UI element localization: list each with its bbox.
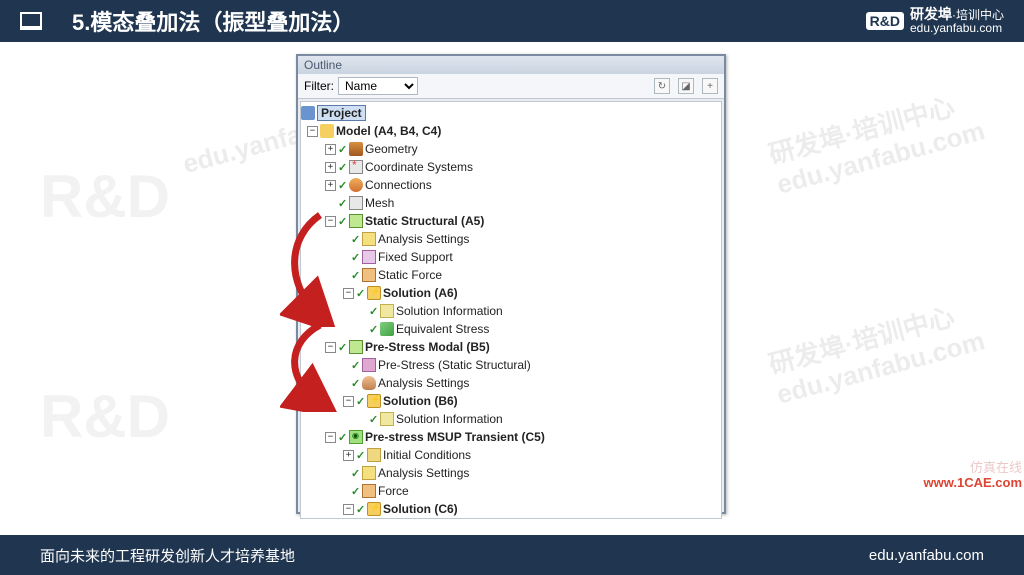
slide-header: 5.模态叠加法（振型叠加法） R&D 研发埠·培训中心 edu.yanfabu.… <box>0 0 1024 42</box>
footer-url: edu.yanfabu.com <box>869 547 984 564</box>
node-prestress-static[interactable]: ✓Pre-Stress (Static Structural) <box>301 356 721 374</box>
outline-tree[interactable]: Project −Model (A4, B4, C4) +✓Geometry +… <box>300 101 722 519</box>
node-sol-a6[interactable]: −✓Solution (A6) <box>301 284 721 302</box>
node-static[interactable]: −✓Static Structural (A5) <box>301 212 721 230</box>
node-sol-b6[interactable]: −✓Solution (B6) <box>301 392 721 410</box>
outline-window: Outline Filter: Name ↻ ◪ + Project −Mode… <box>296 54 726 514</box>
node-prestress-modal[interactable]: −✓Pre-Stress Modal (B5) <box>301 338 721 356</box>
slide-footer: 面向未来的工程研发创新人才培养基地 edu.yanfabu.com <box>0 535 1024 575</box>
collapse-icon: − <box>307 126 318 137</box>
prestress-icon <box>362 358 376 372</box>
node-connections[interactable]: +✓Connections <box>301 176 721 194</box>
watermark-logo-1: R&D <box>40 162 170 231</box>
node-sol-c6[interactable]: −✓Solution (C6) <box>301 500 721 518</box>
model-icon <box>320 124 334 138</box>
info-icon-b <box>380 412 394 426</box>
brand-logo: R&D 研发埠·培训中心 edu.yanfabu.com <box>866 7 1004 36</box>
watermark-logo-2: R&D <box>40 382 170 451</box>
info-icon <box>380 304 394 318</box>
solution-icon <box>367 286 381 300</box>
node-solinfo-a[interactable]: ✓Solution Information <box>301 302 721 320</box>
expand-icon[interactable]: + <box>702 78 718 94</box>
node-analysis-b[interactable]: ✓Analysis Settings <box>301 374 721 392</box>
geometry-icon <box>349 142 363 156</box>
brand-text: 研发埠·培训中心 edu.yanfabu.com <box>910 7 1004 36</box>
node-force-c[interactable]: ✓Force <box>301 482 721 500</box>
node-mesh[interactable]: ✓Mesh <box>301 194 721 212</box>
node-geometry[interactable]: +✓Geometry <box>301 140 721 158</box>
tag-icon[interactable]: ◪ <box>678 78 694 94</box>
stress-icon <box>380 322 394 336</box>
outline-titlebar: Outline <box>298 56 724 74</box>
rd-badge: R&D <box>866 12 904 30</box>
filter-select[interactable]: Name <box>338 77 418 95</box>
monitor-icon <box>20 12 42 30</box>
node-eqstress-a[interactable]: ✓Equivalent Stress <box>301 320 721 338</box>
force-icon-c <box>362 484 376 498</box>
coord-icon <box>349 160 363 174</box>
solution-icon-b <box>367 394 381 408</box>
force-icon <box>362 268 376 282</box>
watermark-3: 研发埠·培训中心edu.yanfabu.com <box>766 295 989 411</box>
node-init[interactable]: +✓Initial Conditions <box>301 446 721 464</box>
mesh-icon <box>349 196 363 210</box>
node-solinfo-b[interactable]: ✓Solution Information <box>301 410 721 428</box>
node-coord[interactable]: +✓Coordinate Systems <box>301 158 721 176</box>
static-icon <box>349 214 363 228</box>
node-msup[interactable]: −✓Pre-stress MSUP Transient (C5) <box>301 428 721 446</box>
settings-icon-b <box>362 376 376 390</box>
filter-root-icon <box>301 106 315 120</box>
settings-icon-c <box>362 466 376 480</box>
initial-icon <box>367 448 381 462</box>
footer-text: 面向未来的工程研发创新人才培养基地 <box>40 545 295 566</box>
corner-badge: 仿真在线 www.1CAE.com <box>924 460 1022 491</box>
connections-icon <box>349 178 363 192</box>
settings-icon <box>362 232 376 246</box>
node-analysis-c[interactable]: ✓Analysis Settings <box>301 464 721 482</box>
node-model[interactable]: −Model (A4, B4, C4) <box>301 122 721 140</box>
node-sforce[interactable]: ✓Static Force <box>301 266 721 284</box>
filter-bar: Filter: Name ↻ ◪ + <box>298 74 724 99</box>
node-fixed[interactable]: ✓Fixed Support <box>301 248 721 266</box>
support-icon <box>362 250 376 264</box>
transient-icon <box>349 430 363 444</box>
modal-icon <box>349 340 363 354</box>
refresh-icon[interactable]: ↻ <box>654 78 670 94</box>
slide-title: 5.模态叠加法（振型叠加法） <box>72 5 354 37</box>
node-analysis-a[interactable]: ✓Analysis Settings <box>301 230 721 248</box>
slide-body: R&D R&D edu.yanfabu.com 研发埠·培训中心edu.yanf… <box>0 42 1024 535</box>
solution-icon-c <box>367 502 381 516</box>
watermark-2: 研发埠·培训中心edu.yanfabu.com <box>766 85 989 201</box>
node-project[interactable]: Project <box>301 104 721 122</box>
node-solinfo-c[interactable]: ✓Solution Information <box>301 518 721 519</box>
filter-label: Filter: <box>304 79 334 93</box>
